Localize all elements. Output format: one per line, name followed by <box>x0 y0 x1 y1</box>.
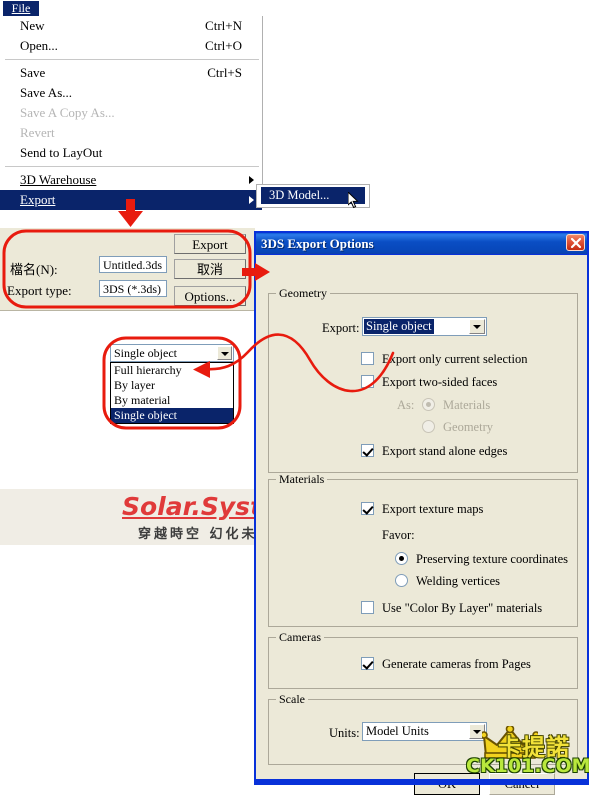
checkbox-label: Use "Color By Layer" materials <box>382 601 543 615</box>
geometry-export-selected-value: Single object <box>364 319 434 334</box>
checkbox-label: Export texture maps <box>382 502 484 516</box>
radio-label: Geometry <box>443 420 493 434</box>
menu-file-label: File <box>11 1 31 15</box>
scale-legend: Scale <box>276 693 308 706</box>
materials-groupbox: Materials Export texture maps Favor: Pre… <box>268 473 578 627</box>
menu-item-3d-warehouse[interactable]: 3D Warehouse <box>0 170 262 190</box>
favor-label: Favor: <box>382 528 415 542</box>
radio-as-geometry <box>422 420 435 433</box>
scale-units-selected-value: Model Units <box>366 724 429 738</box>
ck101-domain-text: CK101.COM <box>466 755 589 777</box>
chevron-right-icon <box>249 176 254 184</box>
as-label: As: <box>397 398 415 412</box>
checkbox-label: Export only current selection <box>382 352 528 366</box>
radio-preserving-texture-coordinates[interactable] <box>395 552 408 565</box>
options-button[interactable]: Options... <box>174 286 246 306</box>
chevron-down-icon <box>221 352 229 356</box>
dropdown-option-by-material[interactable]: By material <box>111 393 233 408</box>
checkbox-export-stand-alone-edges[interactable] <box>361 444 374 457</box>
menu-item-open[interactable]: Open... Ctrl+O <box>0 36 262 56</box>
menu-separator <box>5 59 259 60</box>
dropdown-option-list[interactable]: Full hierarchy By layer By material Sing… <box>110 362 234 424</box>
dropdown-option-by-layer[interactable]: By layer <box>111 378 233 393</box>
filename-label: 檔名(N): <box>10 262 58 277</box>
cancel-button[interactable]: 取消 <box>174 259 246 279</box>
radio-label: Preserving texture coordinates <box>416 552 569 566</box>
geometry-groupbox: Geometry Export: Single object Export on… <box>268 287 578 473</box>
export-type-label: Export type: <box>7 283 72 298</box>
chevron-down-icon <box>473 325 481 329</box>
geometry-export-select[interactable]: Single object <box>362 317 487 336</box>
close-x-glyph <box>570 237 582 249</box>
checkbox-label: Export stand alone edges <box>382 444 508 458</box>
menu-item-label: Send to LayOut <box>20 145 103 160</box>
3ds-export-options-dialog: 3DS Export Options Geometry Export: Sing… <box>254 231 589 795</box>
menu-item-label: Save A Copy As... <box>20 105 115 120</box>
menu-item-accelerator: Ctrl+S <box>207 65 242 80</box>
chevron-right-icon <box>249 196 254 204</box>
menu-file[interactable]: File <box>3 1 39 16</box>
export-label: Export: <box>322 321 360 335</box>
dropdown-option-single-object[interactable]: Single object <box>111 408 233 423</box>
menu-item-save-a-copy-as: Save A Copy As... <box>0 103 262 123</box>
radio-label: Materials <box>443 398 491 412</box>
dropdown-toggle-button[interactable] <box>217 346 232 360</box>
dialog-title: 3DS Export Options <box>261 236 374 251</box>
checkbox-export-two-sided-faces[interactable] <box>361 375 374 388</box>
checkbox-export-texture-maps[interactable] <box>361 502 374 515</box>
export-type-select[interactable]: 3DS (*.3ds) <box>99 280 167 297</box>
close-icon[interactable] <box>566 234 585 251</box>
filename-input[interactable]: Untitled.3ds <box>99 256 167 273</box>
menu-item-label: Revert <box>20 125 55 140</box>
menu-item-send-to-layout[interactable]: Send to LayOut <box>0 143 262 163</box>
checkbox-label: Export two-sided faces <box>382 375 498 389</box>
file-menu-dropdown: New Ctrl+N Open... Ctrl+O Save Ctrl+S Sa… <box>0 16 263 210</box>
checkbox-export-only-current-selection[interactable] <box>361 352 374 365</box>
mouse-cursor-icon <box>348 192 359 209</box>
menu-item-label: Save As... <box>20 85 72 100</box>
menu-item-label: New <box>20 18 45 33</box>
geometry-export-dropdown-expanded[interactable]: Single object Full hierarchy By layer By… <box>110 344 234 424</box>
menu-item-label: Save <box>20 65 46 80</box>
menu-item-new[interactable]: New Ctrl+N <box>0 16 262 36</box>
menu-item-save-as[interactable]: Save As... <box>0 83 262 103</box>
dropdown-toggle-button[interactable] <box>469 319 485 334</box>
radio-label: Welding vertices <box>416 574 501 588</box>
export-button[interactable]: Export <box>174 234 246 254</box>
submenu-item-label: 3D Model... <box>269 188 330 202</box>
materials-legend: Materials <box>276 473 328 486</box>
menu-bar: File <box>0 0 589 17</box>
menu-item-export[interactable]: Export <box>0 190 262 210</box>
dialog-body: Geometry Export: Single object Export on… <box>256 255 587 795</box>
menu-item-label: Open... <box>20 38 58 53</box>
export-save-dialog: 檔名(N): Untitled.3ds Export type: 3DS (*.… <box>0 228 255 311</box>
cameras-legend: Cameras <box>276 631 324 644</box>
cameras-groupbox: Cameras Generate cameras from Pages <box>268 631 578 689</box>
checkbox-generate-cameras-from-pages[interactable] <box>361 657 374 670</box>
units-label: Units: <box>329 726 360 740</box>
menu-item-revert: Revert <box>0 123 262 143</box>
menu-item-label: 3D Warehouse <box>20 172 97 187</box>
dropdown-closed-box[interactable]: Single object <box>110 344 234 362</box>
dialog-title-bar[interactable]: 3DS Export Options <box>256 233 587 255</box>
radio-welding-vertices[interactable] <box>395 574 408 587</box>
menu-item-save[interactable]: Save Ctrl+S <box>0 63 262 83</box>
dropdown-option-full-hierarchy[interactable]: Full hierarchy <box>111 363 233 378</box>
menu-item-label: Export <box>20 192 56 207</box>
geometry-legend: Geometry <box>276 287 330 300</box>
radio-as-materials <box>422 398 435 411</box>
ck101-watermark: 卡提諾 CK101.COM <box>460 726 589 782</box>
menu-item-accelerator: Ctrl+O <box>205 38 242 53</box>
menu-separator <box>5 166 259 167</box>
menu-item-accelerator: Ctrl+N <box>205 18 242 33</box>
checkbox-use-color-by-layer-materials[interactable] <box>361 601 374 614</box>
dropdown-selected-value: Single object <box>114 346 177 360</box>
checkbox-label: Generate cameras from Pages <box>382 657 531 671</box>
